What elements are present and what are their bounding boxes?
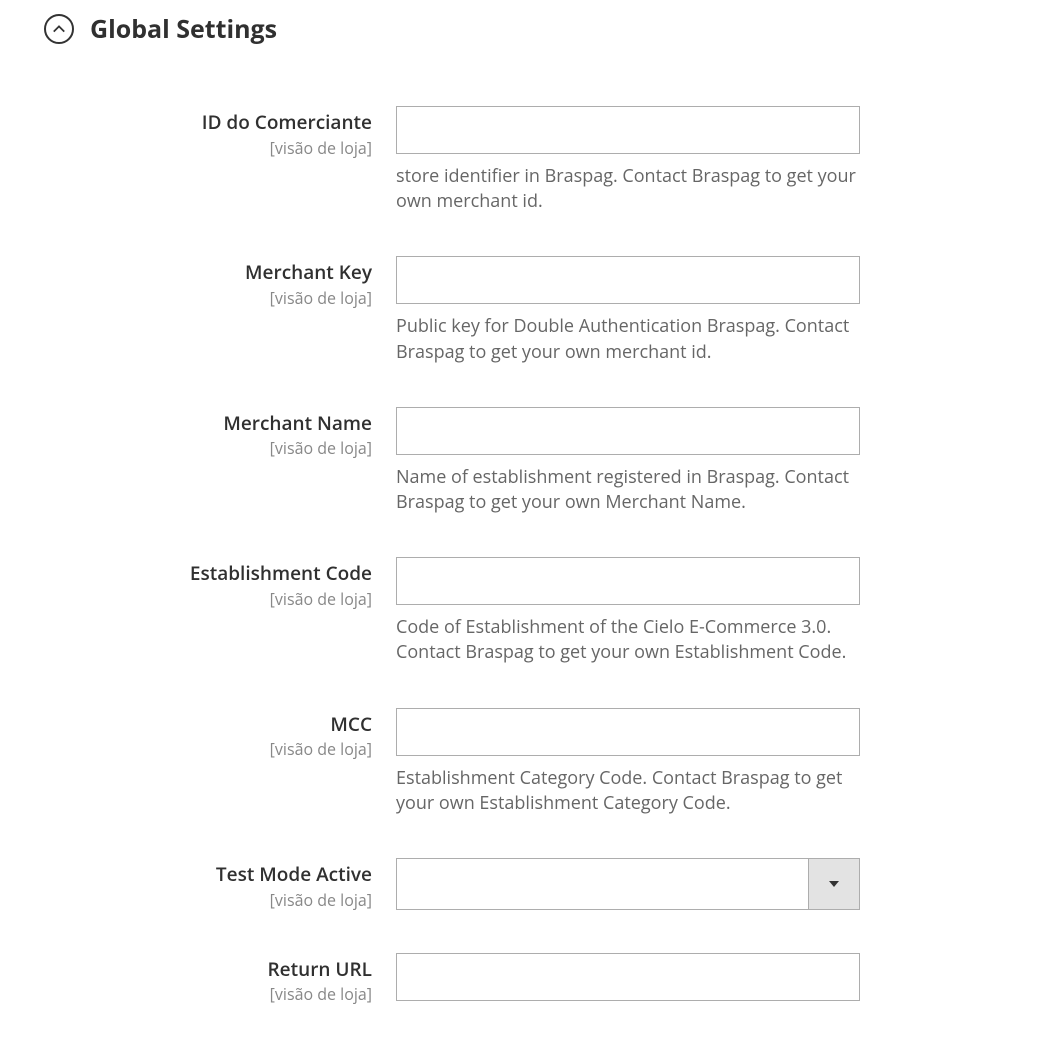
input-col: Establishment Category Code. Contact Bra… bbox=[396, 708, 860, 816]
label-col: Merchant Key [visão de loja] bbox=[44, 256, 396, 309]
field-row-merchant-id: ID do Comerciante [visão de loja] store … bbox=[0, 106, 1039, 214]
merchant-id-input[interactable] bbox=[396, 106, 860, 154]
establishment-code-input[interactable] bbox=[396, 557, 860, 605]
section-header[interactable]: Global Settings bbox=[0, 12, 1039, 46]
field-scope: [visão de loja] bbox=[44, 588, 372, 610]
field-row-test-mode: Test Mode Active [visão de loja] bbox=[0, 858, 1039, 911]
field-label: Return URL bbox=[44, 957, 372, 982]
input-col bbox=[396, 953, 860, 1001]
chevron-up-icon bbox=[44, 14, 74, 44]
help-text: Establishment Category Code. Contact Bra… bbox=[396, 766, 860, 816]
section-title: Global Settings bbox=[90, 12, 277, 46]
merchant-name-input[interactable] bbox=[396, 407, 860, 455]
select-wrapper bbox=[396, 858, 860, 910]
field-label: Merchant Key bbox=[44, 260, 372, 285]
merchant-key-input[interactable] bbox=[396, 256, 860, 304]
field-label: MCC bbox=[44, 712, 372, 737]
label-col: MCC [visão de loja] bbox=[44, 708, 396, 761]
field-row-mcc: MCC [visão de loja] Establishment Catego… bbox=[0, 708, 1039, 816]
field-scope: [visão de loja] bbox=[44, 437, 372, 459]
field-scope: [visão de loja] bbox=[44, 738, 372, 760]
field-row-merchant-key: Merchant Key [visão de loja] Public key … bbox=[0, 256, 1039, 364]
input-col: Public key for Double Authentication Bra… bbox=[396, 256, 860, 364]
field-scope: [visão de loja] bbox=[44, 287, 372, 309]
field-label: ID do Comerciante bbox=[44, 110, 372, 135]
label-col: Establishment Code [visão de loja] bbox=[44, 557, 396, 610]
field-label: Test Mode Active bbox=[44, 862, 372, 887]
input-col: store identifier in Braspag. Contact Bra… bbox=[396, 106, 860, 214]
field-scope: [visão de loja] bbox=[44, 889, 372, 911]
help-text: Code of Establishment of the Cielo E-Com… bbox=[396, 615, 860, 665]
input-col: Name of establishment registered in Bras… bbox=[396, 407, 860, 515]
field-row-return-url: Return URL [visão de loja] bbox=[0, 953, 1039, 1006]
test-mode-select[interactable] bbox=[396, 858, 860, 910]
field-row-establishment-code: Establishment Code [visão de loja] Code … bbox=[0, 557, 1039, 665]
help-text: Name of establishment registered in Bras… bbox=[396, 465, 860, 515]
help-text: store identifier in Braspag. Contact Bra… bbox=[396, 164, 860, 214]
label-col: ID do Comerciante [visão de loja] bbox=[44, 106, 396, 159]
mcc-input[interactable] bbox=[396, 708, 860, 756]
field-scope: [visão de loja] bbox=[44, 137, 372, 159]
input-col bbox=[396, 858, 860, 910]
label-col: Merchant Name [visão de loja] bbox=[44, 407, 396, 460]
field-row-merchant-name: Merchant Name [visão de loja] Name of es… bbox=[0, 407, 1039, 515]
field-label: Establishment Code bbox=[44, 561, 372, 586]
label-col: Test Mode Active [visão de loja] bbox=[44, 858, 396, 911]
field-label: Merchant Name bbox=[44, 411, 372, 436]
label-col: Return URL [visão de loja] bbox=[44, 953, 396, 1006]
input-col: Code of Establishment of the Cielo E-Com… bbox=[396, 557, 860, 665]
return-url-input[interactable] bbox=[396, 953, 860, 1001]
help-text: Public key for Double Authentication Bra… bbox=[396, 314, 860, 364]
